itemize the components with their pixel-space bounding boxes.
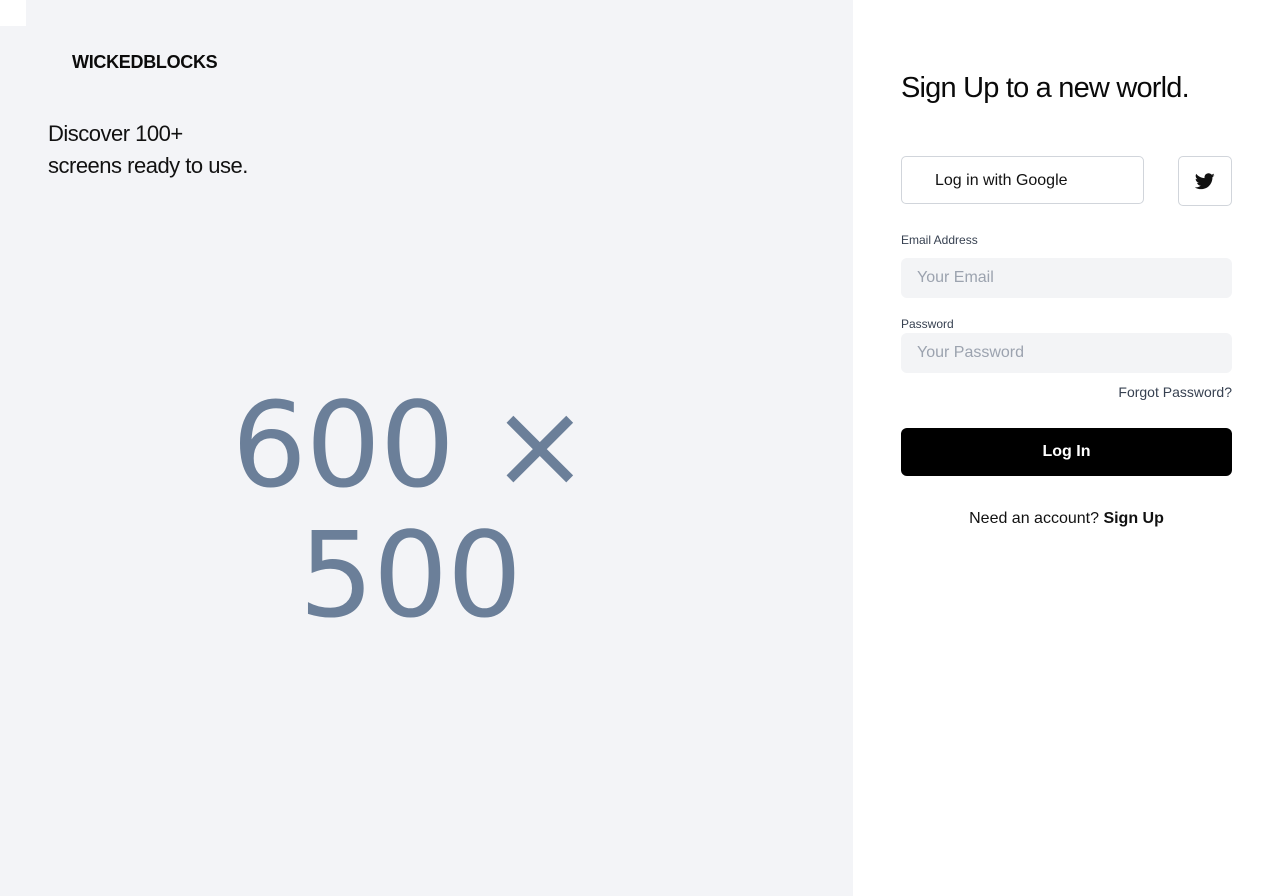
signup-link[interactable]: Sign Up: [1103, 510, 1163, 527]
forgot-password-link[interactable]: Forgot Password?: [1118, 384, 1232, 400]
email-field[interactable]: [901, 258, 1232, 298]
hero-placeholder-image: 600 × 500: [231, 376, 590, 644]
hero-tagline: Discover 100+ screens ready to use.: [48, 118, 248, 182]
hero-tagline-line1: Discover 100+: [48, 121, 183, 146]
need-account-text: Need an account?: [969, 510, 1099, 527]
hero-panel: WICKEDBLOCKS Discover 100+ screens ready…: [0, 0, 853, 896]
password-field[interactable]: [901, 333, 1232, 373]
hero-tagline-line2: screens ready to use.: [48, 153, 248, 178]
twitter-icon: [1195, 172, 1215, 189]
google-login-button[interactable]: Log in with Google: [901, 156, 1144, 204]
email-label: Email Address: [901, 233, 978, 247]
page: WICKEDBLOCKS Discover 100+ screens ready…: [0, 0, 1280, 896]
twitter-login-button[interactable]: [1178, 156, 1232, 206]
signup-form-panel: Sign Up to a new world. Log in with Goog…: [853, 0, 1280, 896]
form-title: Sign Up to a new world.: [901, 72, 1190, 104]
brand-logo[interactable]: WICKEDBLOCKS: [72, 52, 218, 73]
corner-box: [0, 0, 26, 26]
login-button[interactable]: Log In: [901, 428, 1232, 476]
password-label: Password: [901, 317, 954, 331]
signup-prompt: Need an account? Sign Up: [901, 510, 1232, 528]
